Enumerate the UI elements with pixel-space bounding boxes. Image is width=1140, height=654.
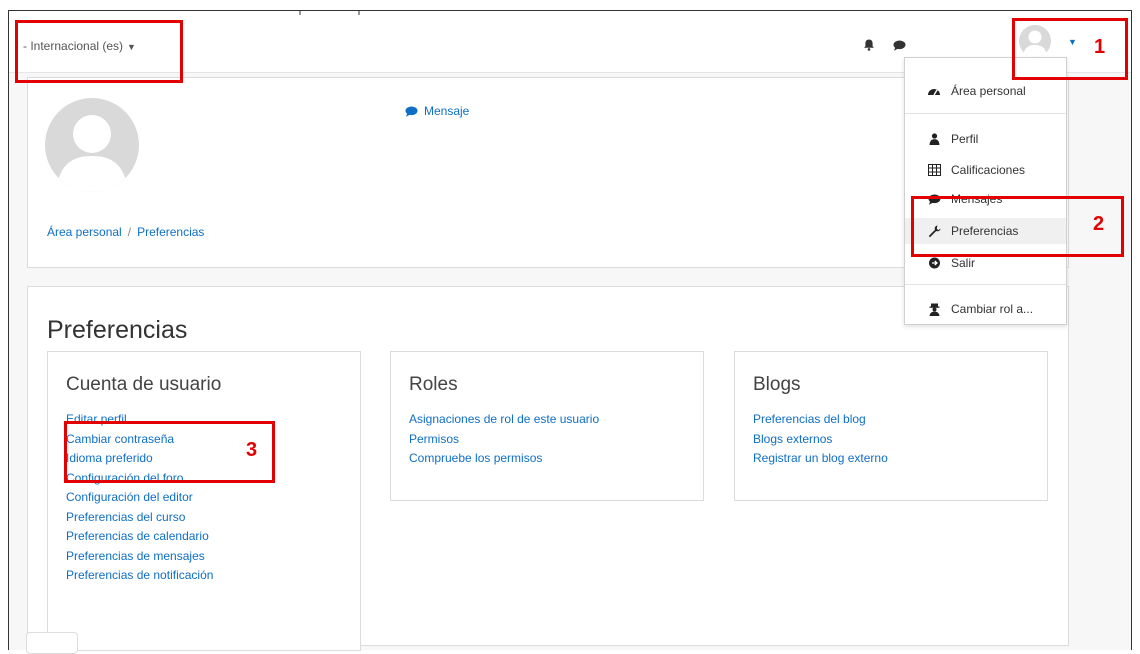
highlight-box-user-menu	[1012, 18, 1128, 80]
menu-item-grades[interactable]: Calificaciones	[905, 157, 1066, 183]
link-permissions[interactable]: Permisos	[409, 430, 685, 450]
menu-item-label: Perfil	[951, 132, 979, 146]
menu-item-label: Calificaciones	[951, 163, 1026, 177]
breadcrumb: Área personal / Preferencias	[47, 225, 204, 239]
link-external-blogs[interactable]: Blogs externos	[753, 430, 1029, 450]
section-blogs: Blogs Preferencias del blog Blogs extern…	[734, 351, 1048, 501]
section-user-account: Cuenta de usuario Editar perfil Cambiar …	[47, 351, 361, 651]
grid-icon	[927, 163, 941, 177]
section-title: Cuenta de usuario	[66, 374, 222, 395]
highlight-box-change-password	[64, 421, 275, 483]
menu-divider	[905, 113, 1066, 114]
link-check-permissions[interactable]: Compruebe los permisos	[409, 449, 685, 469]
breadcrumb-item-preferences[interactable]: Preferencias	[137, 225, 204, 239]
menu-divider	[905, 284, 1066, 285]
bottom-drawer-tab[interactable]	[26, 632, 78, 654]
link-calendar-preferences[interactable]: Preferencias de calendario	[66, 527, 342, 547]
message-link-label: Mensaje	[424, 104, 470, 118]
chat-icon[interactable]	[893, 40, 906, 51]
link-blog-preferences[interactable]: Preferencias del blog	[753, 410, 1029, 430]
user-icon	[927, 132, 941, 146]
menu-item-label: Salir	[951, 256, 976, 270]
menu-item-label: Cambiar rol a...	[951, 302, 1034, 316]
breadcrumb-item-home[interactable]: Área personal	[47, 225, 122, 239]
menu-item-dashboard[interactable]: Área personal	[905, 78, 1066, 104]
annotation-number-2: 2	[1093, 213, 1105, 235]
highlight-box-language	[15, 20, 183, 83]
section-roles: Roles Asignaciones de rol de este usuari…	[390, 351, 704, 501]
user-secret-icon	[927, 302, 941, 316]
page-title: Preferencias	[47, 316, 188, 344]
breadcrumb-separator: /	[127, 225, 132, 239]
annotation-number-3: 3	[246, 439, 258, 461]
bell-icon[interactable]	[863, 39, 875, 51]
link-course-preferences[interactable]: Preferencias del curso	[66, 508, 342, 528]
link-role-assignments[interactable]: Asignaciones de rol de este usuario	[409, 410, 685, 430]
sign-out-icon	[927, 256, 941, 270]
link-notification-preferences[interactable]: Preferencias de notificación	[66, 566, 342, 586]
link-register-external-blog[interactable]: Registrar un blog externo	[753, 449, 1029, 469]
chat-icon	[405, 106, 418, 117]
link-editor-settings[interactable]: Configuración del editor	[66, 488, 342, 508]
profile-picture	[45, 98, 139, 192]
annotation-number-1: 1	[1094, 36, 1106, 58]
section-title: Roles	[409, 374, 458, 395]
user-menu-dropdown: Área personal Perfil Calificaciones Mens…	[904, 57, 1067, 325]
user-avatar-icon	[56, 115, 128, 192]
menu-item-switch-role[interactable]: Cambiar rol a...	[905, 296, 1066, 322]
message-button[interactable]: Mensaje	[405, 104, 469, 118]
section-title: Blogs	[753, 374, 801, 395]
menu-item-label: Área personal	[951, 84, 1026, 98]
dashboard-icon	[927, 84, 941, 98]
menu-item-profile[interactable]: Perfil	[905, 126, 1066, 152]
top-edge-marks	[299, 11, 360, 15]
link-message-preferences[interactable]: Preferencias de mensajes	[66, 547, 342, 567]
